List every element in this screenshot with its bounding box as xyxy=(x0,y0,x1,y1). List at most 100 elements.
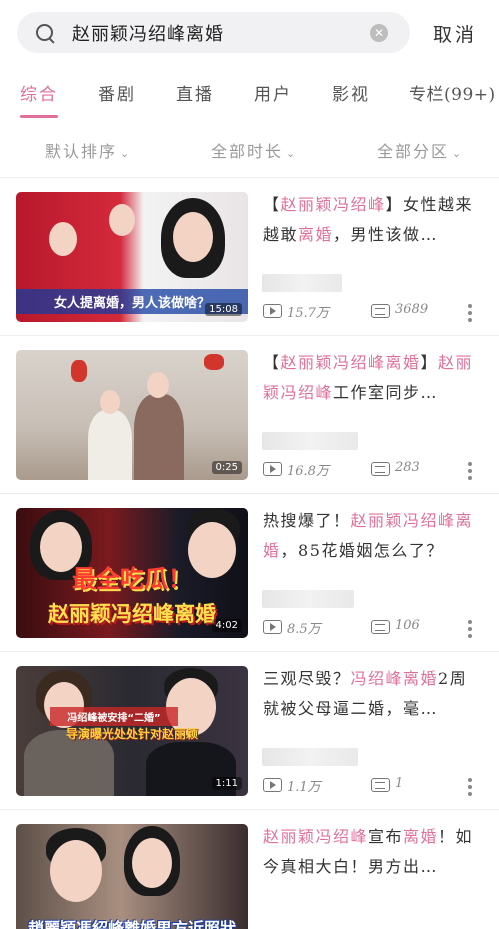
title-highlight: 赵丽颖冯绍峰离婚 xyxy=(280,353,421,372)
video-item[interactable]: 0:25 【赵丽颖冯绍峰离婚】赵丽颖冯绍峰工作室同步… 16.8万 283 xyxy=(0,336,499,494)
video-stats: 15.7万 3689 xyxy=(263,302,493,322)
tab-film[interactable]: 影视 xyxy=(332,80,370,105)
filter-duration[interactable]: 全部时长 ⌄ xyxy=(211,138,297,162)
video-duration: 1:11 xyxy=(211,777,242,790)
filter-sort[interactable]: 默认排序 ⌄ xyxy=(45,138,131,162)
title-highlight: 赵丽颖冯绍峰 xyxy=(263,827,369,846)
thumbnail-headline: 冯绍峰被安排“二婚” xyxy=(50,707,178,726)
video-thumbnail[interactable]: 冯绍峰被安排“二婚” 导演曝光处处针对赵丽颖 1:11 xyxy=(16,666,248,796)
video-item[interactable]: 趙麗穎馮紹峰離婚男方近照狀 赵丽颖冯绍峰宣布离婚！如今真相大白！男方出… xyxy=(0,810,499,929)
play-count-icon xyxy=(263,620,282,634)
video-thumbnail[interactable]: 0:25 xyxy=(16,350,248,480)
clear-icon[interactable]: ✕ xyxy=(370,23,388,42)
danmaku-icon xyxy=(371,304,390,318)
search-bar[interactable]: 赵丽颖冯绍峰离婚 ✕ xyxy=(17,12,410,53)
chevron-down-icon: ⌄ xyxy=(120,147,132,160)
play-count-icon xyxy=(263,778,282,792)
title-highlight: 离婚 xyxy=(298,225,334,244)
play-count: 15.7万 xyxy=(287,306,329,321)
uploader-name-blurred[interactable] xyxy=(262,432,358,450)
tab-all[interactable]: 综合 xyxy=(20,80,58,105)
person-image xyxy=(132,838,172,888)
title-highlight: 离婚 xyxy=(403,827,439,846)
chevron-down-icon: ⌄ xyxy=(452,147,464,160)
filter-duration-label: 全部时长 xyxy=(211,142,284,161)
filter-category-label: 全部分区 xyxy=(377,142,450,161)
danmaku-count: 283 xyxy=(395,460,420,475)
video-stats: 1.1万 1 xyxy=(263,776,493,796)
danmaku-icon xyxy=(371,620,390,634)
tab-column[interactable]: 专栏(99+) xyxy=(409,80,496,105)
search-icon xyxy=(34,22,56,44)
person-image xyxy=(100,390,120,414)
video-duration: 0:25 xyxy=(211,461,242,474)
person-image xyxy=(49,222,77,256)
tab-anime[interactable]: 番剧 xyxy=(98,80,136,105)
video-duration: 15:08 xyxy=(205,303,242,316)
person-image xyxy=(50,840,102,902)
video-thumbnail[interactable]: 最全吃瓜！ 赵丽颖冯绍峰离婚 4:02 xyxy=(16,508,248,638)
play-count-icon xyxy=(263,304,282,318)
lantern-image xyxy=(71,360,87,382)
more-options-icon[interactable] xyxy=(468,304,472,322)
cancel-button[interactable]: 取消 xyxy=(433,20,477,47)
danmaku-count: 106 xyxy=(395,618,420,633)
thumbnail-caption: 导演曝光处处针对赵丽颖 xyxy=(65,727,198,741)
video-stats: 16.8万 283 xyxy=(263,460,493,480)
video-stats: 8.5万 106 xyxy=(263,618,493,638)
play-count: 16.8万 xyxy=(287,464,329,479)
filter-category[interactable]: 全部分区 ⌄ xyxy=(377,138,463,162)
chevron-down-icon: ⌄ xyxy=(286,147,298,160)
uploader-name-blurred[interactable] xyxy=(262,748,358,766)
tab-users[interactable]: 用户 xyxy=(254,80,292,105)
title-highlight: 赵丽颖冯绍峰 xyxy=(280,195,386,214)
danmaku-count: 3689 xyxy=(395,302,429,317)
title-segment: 【 xyxy=(263,353,281,372)
person-image xyxy=(147,372,169,398)
thumbnail-headline: 最全吃瓜！ xyxy=(72,565,192,593)
danmaku-icon xyxy=(371,778,390,792)
title-highlight: 冯绍峰离婚 xyxy=(350,669,439,688)
title-segment: 宣布 xyxy=(368,827,404,846)
tab-live[interactable]: 直播 xyxy=(176,80,214,105)
video-item[interactable]: 女人提离婚，男人该做啥？ 15:08 【赵丽颖冯绍峰】女性越来越敢离婚，男性该做… xyxy=(0,178,499,336)
active-tab-indicator xyxy=(20,115,58,118)
thumbnail-caption: 趙麗穎馮紹峰離婚男方近照狀 xyxy=(27,919,236,929)
video-title[interactable]: 三观尽毁？冯绍峰离婚2周就被父母逼二婚，毫… xyxy=(263,664,481,724)
person-image xyxy=(134,394,184,480)
title-segment: 三观尽毁？ xyxy=(263,669,351,688)
play-count-icon xyxy=(263,462,282,476)
person-image xyxy=(109,204,135,236)
filter-sort-label: 默认排序 xyxy=(45,142,118,161)
video-thumbnail[interactable]: 趙麗穎馮紹峰離婚男方近照狀 xyxy=(16,824,248,929)
video-duration: 4:02 xyxy=(211,619,242,632)
video-title[interactable]: 赵丽颖冯绍峰宣布离婚！如今真相大白！男方出… xyxy=(263,822,481,882)
play-count: 1.1万 xyxy=(287,780,321,795)
person-image xyxy=(173,212,213,262)
title-segment: 【 xyxy=(263,195,281,214)
title-segment: ，男性该做… xyxy=(333,225,439,244)
danmaku-icon xyxy=(371,462,390,476)
person-image xyxy=(88,410,132,480)
video-title[interactable]: 【赵丽颖冯绍峰离婚】赵丽颖冯绍峰工作室同步… xyxy=(263,348,481,408)
video-title[interactable]: 【赵丽颖冯绍峰】女性越来越敢离婚，男性该做… xyxy=(263,190,481,250)
filter-bar: 默认排序 ⌄ 全部时长 ⌄ 全部分区 ⌄ xyxy=(0,138,499,162)
danmaku-count: 1 xyxy=(395,776,404,791)
tab-bar: 综合 番剧 直播 用户 影视 专栏(99+) xyxy=(0,80,499,120)
more-options-icon[interactable] xyxy=(468,462,472,480)
lantern-image xyxy=(204,354,224,370)
video-item[interactable]: 最全吃瓜！ 赵丽颖冯绍峰离婚 4:02 热搜爆了！赵丽颖冯绍峰离婚，85花婚姻怎… xyxy=(0,494,499,652)
search-input[interactable]: 赵丽颖冯绍峰离婚 xyxy=(72,20,370,46)
more-options-icon[interactable] xyxy=(468,778,472,796)
title-segment: 热搜爆了！ xyxy=(263,511,351,530)
video-title[interactable]: 热搜爆了！赵丽颖冯绍峰离婚，85花婚姻怎么了？ xyxy=(263,506,481,566)
title-segment: 工作室同步… xyxy=(333,383,439,402)
video-item[interactable]: 冯绍峰被安排“二婚” 导演曝光处处针对赵丽颖 1:11 三观尽毁？冯绍峰离婚2周… xyxy=(0,652,499,810)
uploader-name-blurred[interactable] xyxy=(262,590,354,608)
video-thumbnail[interactable]: 女人提离婚，男人该做啥？ 15:08 xyxy=(16,192,248,322)
title-segment: ，85花婚姻怎么了？ xyxy=(280,541,444,560)
play-count: 8.5万 xyxy=(287,622,321,637)
uploader-name-blurred[interactable] xyxy=(262,274,342,292)
title-segment: 】 xyxy=(420,353,439,372)
more-options-icon[interactable] xyxy=(468,620,472,638)
